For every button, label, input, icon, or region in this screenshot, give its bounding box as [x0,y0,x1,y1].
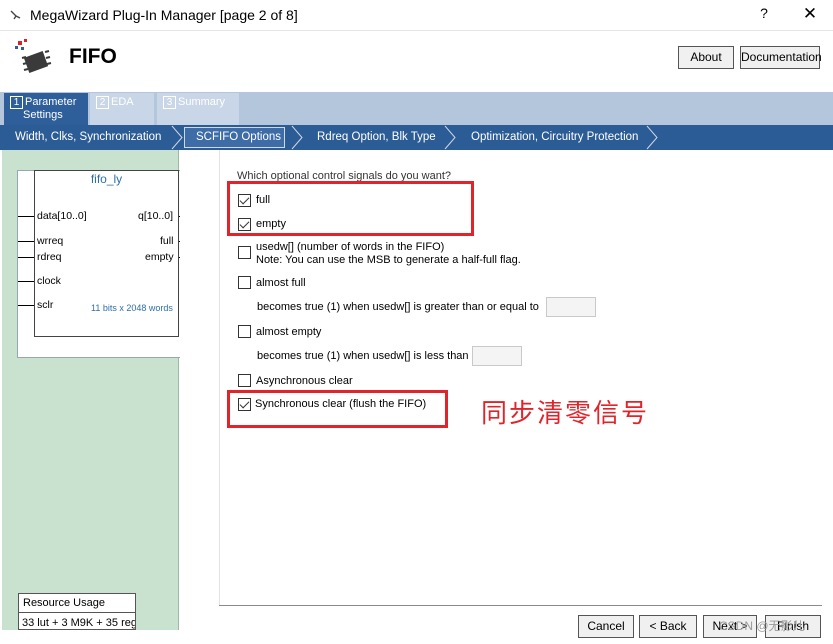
symbol-title: fifo_ly [90,172,123,186]
tab-eda[interactable]: 2 EDA [90,93,154,125]
close-icon[interactable]: ✕ [799,4,821,26]
pin-rdreq: rdreq [37,251,62,263]
almost-full-label[interactable]: almost full [256,277,306,289]
about-button[interactable]: About [678,46,734,69]
annotation-highlight-sync-clear [227,390,448,428]
resource-usage-heading: Resource Usage [23,597,105,609]
usedw-checkbox[interactable] [238,246,251,259]
pin-line [18,305,34,306]
divider [18,612,136,613]
breadcrumb-scfifo-options[interactable]: SCFIFO Options [196,125,281,150]
tab-number: 2 [96,96,109,109]
pin-data: data[10..0] [37,210,87,222]
almost-full-checkbox[interactable] [238,276,251,289]
usedw-label[interactable]: usedw[] (number of words in the FIFO) [256,241,444,253]
almost-empty-description: becomes true (1) when usedw[] is less th… [257,350,469,362]
tab-label: Settings [23,109,63,121]
tab-summary[interactable]: 3 Summary [157,93,239,125]
pin-clock: clock [37,275,61,287]
usedw-note: Note: You can use the MSB to generate a … [256,254,521,266]
pin-line [18,257,34,258]
pin-q: q[10..0] [138,210,174,222]
tab-number: 1 [10,96,23,109]
pin-line [18,281,34,282]
tab-label: EDA [111,96,134,108]
almost-empty-checkbox[interactable] [238,325,251,338]
resource-usage-value: 33 lut + 3 M9K + 35 reg [22,617,135,629]
pin-line [18,216,34,217]
almost-full-description: becomes true (1) when usedw[] is greater… [257,301,539,313]
annotation-highlight-full-empty [227,181,474,236]
almost-empty-label[interactable]: almost empty [256,326,321,338]
async-clear-checkbox[interactable] [238,374,251,387]
help-icon[interactable]: ? [754,5,774,25]
app-icon [10,10,21,20]
breadcrumb-rdreq-option[interactable]: Rdreq Option, Blk Type [317,125,436,150]
breadcrumb-chevron-icon [444,125,456,150]
watermark: CSDN @无影儿 [719,619,805,633]
pin-full: full [160,235,174,247]
footer-divider [219,605,822,606]
cancel-button[interactable]: Cancel [578,615,634,638]
breadcrumb-chevron-icon [291,125,303,150]
pin-empty: empty [145,251,174,263]
tab-parameter-settings[interactable]: 1 Parameter Settings [4,93,88,125]
page-title: FIFO [69,45,117,68]
tab-label: Parameter [25,96,77,108]
window-title: MegaWizard Plug-In Manager [page 2 of 8] [30,7,298,23]
tab-label: Summary [178,96,226,108]
symbol-size-note: 11 bits x 2048 words [91,303,173,313]
tab-number: 3 [163,96,176,109]
breadcrumb-chevron-icon [171,125,183,150]
async-clear-label[interactable]: Asynchronous clear [256,375,353,387]
breadcrumb-chevron-icon [646,125,658,150]
pin-wrreq: wrreq [37,235,64,247]
pin-line [18,241,34,242]
chip-icon [15,39,52,73]
almost-full-threshold-input[interactable] [546,297,596,317]
almost-empty-threshold-input[interactable] [472,346,522,366]
title-bar: MegaWizard Plug-In Manager [page 2 of 8]… [0,0,833,31]
breadcrumb-width-clks[interactable]: Width, Clks, Synchronization [15,125,161,150]
back-button[interactable]: < Back [639,615,697,638]
documentation-button[interactable]: Documentation [740,46,822,69]
breadcrumb-optimization[interactable]: Optimization, Circuitry Protection [471,125,638,150]
annotation-text: 同步清零信号 [481,399,650,429]
pin-sclr: sclr [37,299,54,311]
